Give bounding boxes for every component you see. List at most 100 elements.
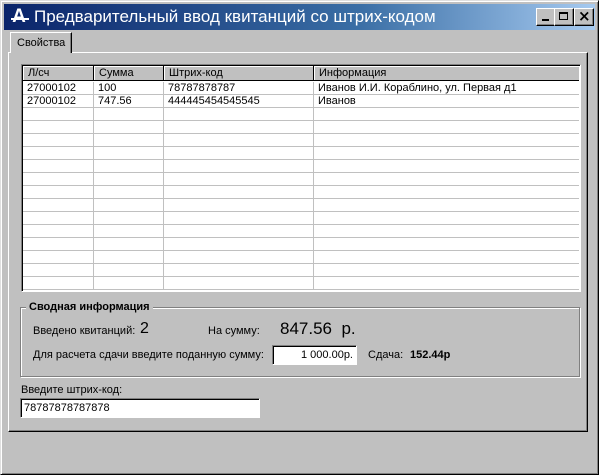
cell-barcode <box>164 264 314 277</box>
table-row[interactable] <box>23 225 579 238</box>
cell-account <box>23 173 94 186</box>
cell-barcode: 444445454545545 <box>164 95 314 108</box>
cell-info <box>314 199 579 212</box>
cell-amount <box>94 277 164 290</box>
column-header-account[interactable]: Л/сч <box>23 66 94 81</box>
cell-barcode <box>164 173 314 186</box>
table-row[interactable]: 27000102 747.56 444445454545545 Иванов <box>23 95 579 108</box>
cell-info <box>314 121 579 134</box>
cell-account <box>23 121 94 134</box>
table-row[interactable] <box>23 238 579 251</box>
app-icon[interactable]: A <box>8 7 30 27</box>
close-icon: × <box>578 7 591 25</box>
minimize-icon <box>542 19 549 21</box>
cell-account <box>23 212 94 225</box>
cell-barcode <box>164 212 314 225</box>
cell-amount <box>94 251 164 264</box>
table-row[interactable] <box>23 264 579 277</box>
cell-amount <box>94 108 164 121</box>
cell-amount <box>94 199 164 212</box>
cell-barcode <box>164 160 314 173</box>
cell-barcode <box>164 134 314 147</box>
change-prompt-label: Для расчета сдачи введите поданную сумму… <box>33 349 264 361</box>
cell-amount <box>94 238 164 251</box>
barcode-input[interactable]: 78787878787878 <box>20 398 260 418</box>
cell-barcode <box>164 199 314 212</box>
cell-amount <box>94 186 164 199</box>
table-row[interactable]: 27000102 100 78787878787 Иванов И.И. Корабл… <box>23 82 579 95</box>
column-header-barcode[interactable]: Штрих-код <box>164 66 314 81</box>
minimize-button[interactable] <box>536 8 556 26</box>
summary-group <box>20 307 580 377</box>
cell-info <box>314 264 579 277</box>
title-bar[interactable]: A Предварительный ввод квитанций со штри… <box>4 4 595 30</box>
cell-amount <box>94 264 164 277</box>
cell-account <box>23 277 94 290</box>
maximize-button[interactable] <box>554 8 574 26</box>
cell-account: 27000102 <box>23 95 94 108</box>
cell-barcode <box>164 225 314 238</box>
cell-amount: 747.56 <box>94 95 164 108</box>
total-sum-label: На сумму: <box>208 325 260 337</box>
barcode-label: Введите штрих-код: <box>21 384 123 396</box>
table-row[interactable] <box>23 160 579 173</box>
cell-amount <box>94 225 164 238</box>
paid-amount-input[interactable]: 1 000.00р. <box>272 345 357 365</box>
cell-barcode <box>164 108 314 121</box>
cell-account <box>23 264 94 277</box>
cell-account: 27000102 <box>23 82 94 95</box>
close-button[interactable]: × <box>574 8 594 26</box>
cell-amount <box>94 147 164 160</box>
table-row[interactable] <box>23 277 579 290</box>
summary-title: Сводная информация <box>26 300 153 314</box>
entered-count-value: 2 <box>140 320 149 337</box>
cell-amount <box>94 212 164 225</box>
status-area <box>3 434 594 470</box>
cell-account <box>23 134 94 147</box>
cell-info <box>314 173 579 186</box>
table-row[interactable] <box>23 173 579 186</box>
cell-info <box>314 238 579 251</box>
cell-account <box>23 108 94 121</box>
cell-amount <box>94 160 164 173</box>
cell-amount <box>94 173 164 186</box>
cell-info <box>314 212 579 225</box>
cell-info <box>314 277 579 290</box>
column-header-info[interactable]: Информация <box>314 66 579 81</box>
cell-info <box>314 134 579 147</box>
maximize-icon <box>559 12 568 20</box>
cell-barcode: 78787878787 <box>164 82 314 95</box>
table-row[interactable] <box>23 251 579 264</box>
cell-barcode <box>164 147 314 160</box>
cell-barcode <box>164 251 314 264</box>
cell-account <box>23 147 94 160</box>
table-row[interactable] <box>23 147 579 160</box>
cell-amount <box>94 121 164 134</box>
receipts-table[interactable]: Л/сч Сумма Штрих-код Информация 27000102… <box>21 64 581 292</box>
table-header: Л/сч Сумма Штрих-код Информация <box>23 66 579 81</box>
change-value: 152.44р <box>410 349 451 361</box>
cell-info <box>314 147 579 160</box>
cell-barcode <box>164 121 314 134</box>
cell-amount: 100 <box>94 82 164 95</box>
tab-properties[interactable]: Свойства <box>10 32 73 53</box>
cell-barcode <box>164 277 314 290</box>
entered-count-label: Введено квитанций: <box>33 325 136 337</box>
cell-barcode <box>164 186 314 199</box>
table-row[interactable] <box>23 108 579 121</box>
cell-account <box>23 238 94 251</box>
column-header-amount[interactable]: Сумма <box>94 66 164 81</box>
table-row[interactable] <box>23 121 579 134</box>
cell-account <box>23 160 94 173</box>
cell-barcode <box>164 238 314 251</box>
cell-info <box>314 186 579 199</box>
cell-info: Иванов И.И. Кораблино, ул. Первая д1 <box>314 82 579 95</box>
cell-info: Иванов <box>314 95 579 108</box>
table-row[interactable] <box>23 186 579 199</box>
table-row[interactable] <box>23 199 579 212</box>
table-row[interactable] <box>23 212 579 225</box>
cell-info <box>314 108 579 121</box>
table-row[interactable] <box>23 134 579 147</box>
cell-info <box>314 160 579 173</box>
total-sum-value: 847.56 р. <box>280 319 356 338</box>
